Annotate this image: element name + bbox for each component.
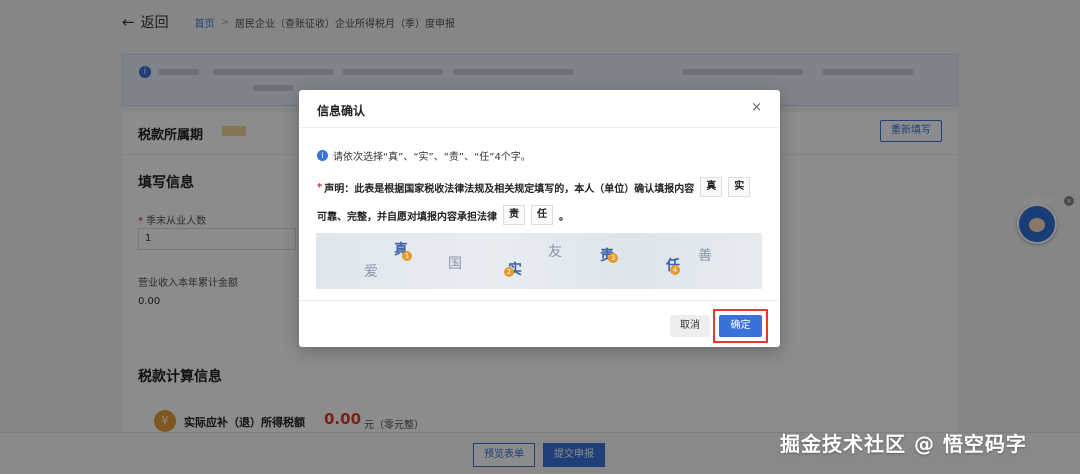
- confirm-dialog: 信息确认 × i 请依次选择“真”、“实”、“责”、“任”4个字。 * 声明：此…: [299, 90, 780, 347]
- slot-3[interactable]: 责: [503, 205, 525, 225]
- hint-text: 请依次选择“真”、“实”、“责”、“任”4个字。: [333, 152, 531, 163]
- dialog-footer: 取消 确定: [299, 300, 780, 347]
- info-icon: i: [317, 150, 328, 161]
- captcha-char[interactable]: 友: [548, 241, 562, 261]
- captcha-badge: 2: [504, 267, 514, 277]
- slot-4[interactable]: 任: [531, 205, 553, 225]
- declaration-end: 。: [559, 211, 569, 223]
- captcha-char[interactable]: 善: [698, 245, 712, 265]
- captcha-char[interactable]: 国: [448, 253, 462, 273]
- declaration-line1: 声明：此表是根据国家税收法律法规及相关规定填写的，本人（单位）确认填报内容: [324, 183, 695, 195]
- dialog-header: 信息确认 ×: [299, 90, 780, 128]
- slot-1[interactable]: 真: [700, 177, 723, 197]
- close-icon[interactable]: ×: [751, 100, 762, 115]
- confirm-button[interactable]: 确定: [719, 315, 762, 337]
- dialog-title: 信息确认: [317, 104, 366, 118]
- captcha-char[interactable]: 爱: [364, 261, 378, 281]
- watermark: 掘金技术社区 @ 悟空码字: [780, 432, 1027, 456]
- confirm-highlight-box: 确定: [713, 309, 768, 343]
- required-star: *: [317, 181, 323, 193]
- declaration-line2: 可靠、完整，并自愿对填报内容承担法律: [317, 211, 497, 223]
- slot-2[interactable]: 实: [728, 177, 751, 197]
- declaration: * 声明：此表是根据国家税收法律法规及相关规定填写的，本人（单位）确认填报内容 …: [317, 176, 767, 226]
- hint-row: i 请依次选择“真”、“实”、“责”、“任”4个字。: [317, 148, 531, 163]
- captcha-badge: 1: [402, 251, 412, 261]
- captcha-badge: 3: [608, 253, 618, 263]
- captcha-image[interactable]: 真 1 爱 国 实 2 友 责 3 任 4 善: [316, 233, 762, 289]
- cancel-button[interactable]: 取消: [670, 315, 710, 337]
- captcha-badge: 4: [670, 265, 680, 275]
